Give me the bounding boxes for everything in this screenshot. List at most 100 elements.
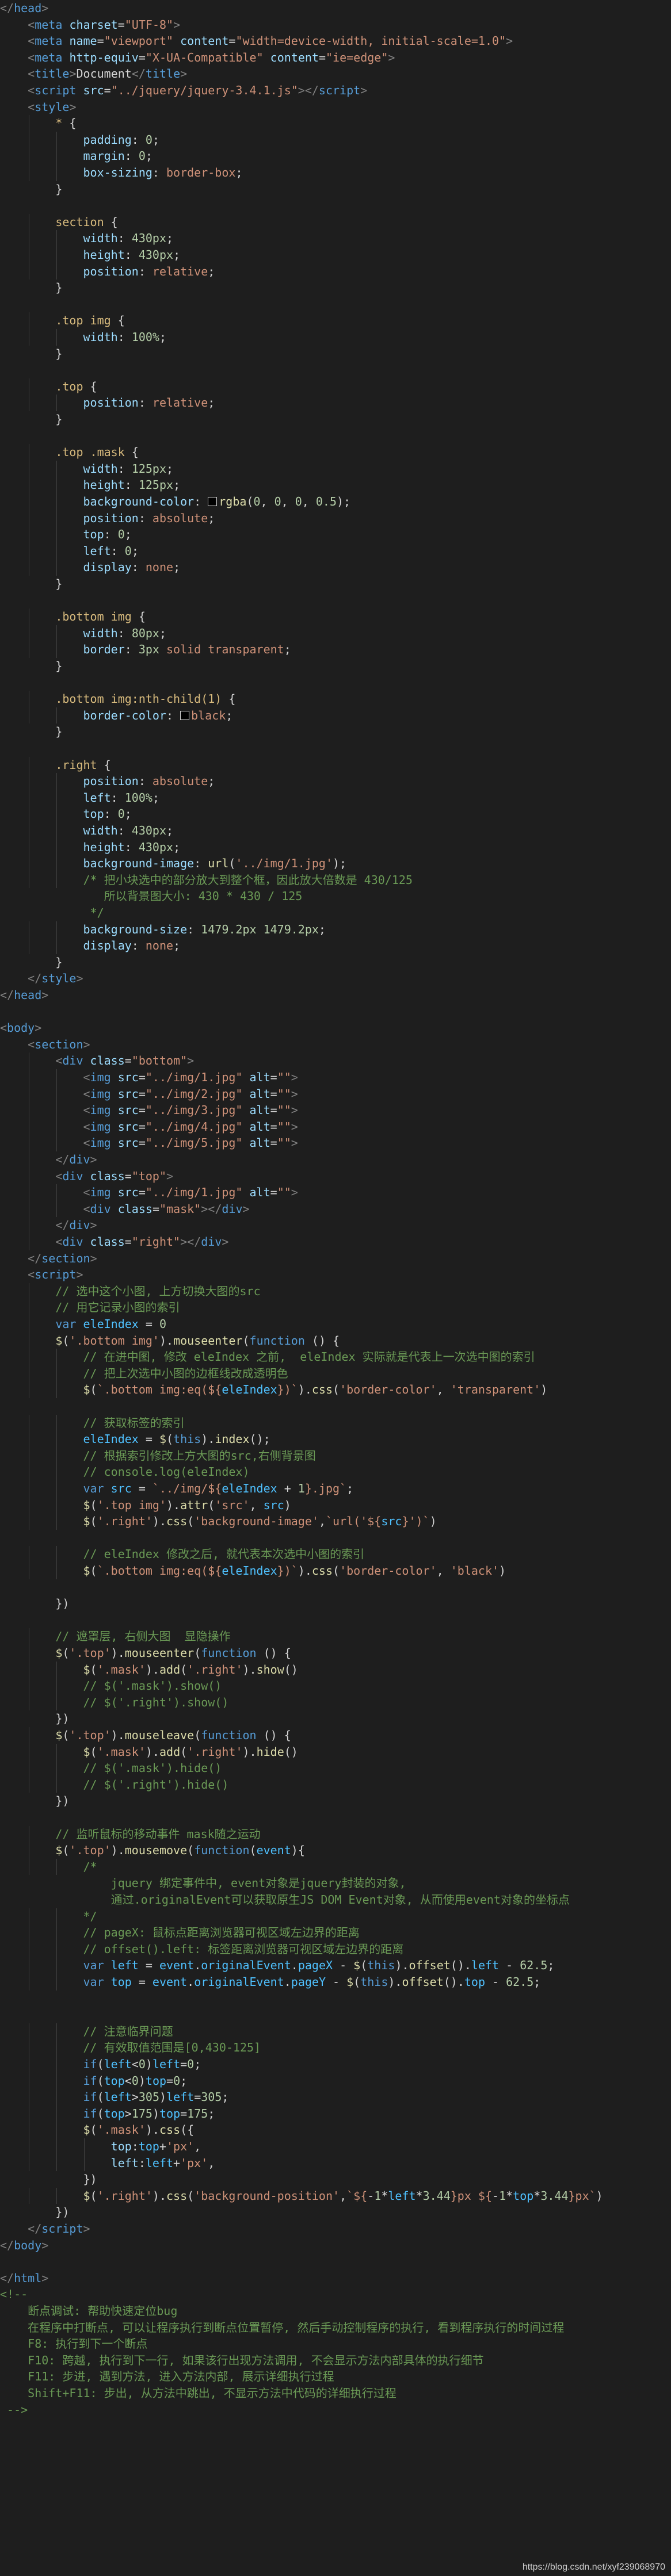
code-token: < xyxy=(28,99,35,114)
code-line: var src = `../img/${eleIndex + 1}.jpg`; xyxy=(0,1480,354,1497)
code-token: display xyxy=(83,560,132,575)
code-token: left xyxy=(110,1958,139,1973)
code-token: "UTF-8" xyxy=(124,17,174,32)
indent-guide xyxy=(56,937,58,954)
code-line: </body> xyxy=(0,2237,48,2254)
code-token: = xyxy=(138,1185,146,1200)
color-swatch[interactable] xyxy=(180,710,190,720)
code-token: ) xyxy=(152,2106,159,2120)
code-token: > xyxy=(131,2090,139,2104)
code-token: 0 xyxy=(187,2057,195,2071)
code-token: "mask" xyxy=(159,1201,201,1216)
code-token: // 遮罩层, 右侧大图 显隐操作 xyxy=(55,1629,231,1644)
indent-guide xyxy=(56,1184,58,1201)
code-token: `../img/${ xyxy=(152,1482,222,1495)
indent-guide xyxy=(56,148,58,164)
indent-guide xyxy=(56,1743,58,1760)
code-token: border xyxy=(83,642,125,657)
code-line: }) xyxy=(0,2204,69,2221)
indent-guide xyxy=(56,625,58,642)
code-token: div xyxy=(62,1054,83,1068)
code-token: 430px xyxy=(138,840,174,854)
code-line: left:left+'px', xyxy=(0,2155,215,2172)
code-token: 'background-image' xyxy=(194,1514,319,1529)
code-token: < xyxy=(83,1103,90,1117)
code-line: // 监听鼠标的移动事件 mask随之运动 xyxy=(0,1826,260,1843)
code-token: */ xyxy=(0,906,104,920)
code-token: : xyxy=(131,939,146,953)
code-token: $ xyxy=(83,1662,90,1676)
code-token: "../img/1.jpg" xyxy=(145,1185,243,1200)
code-token: = xyxy=(138,1958,159,1973)
code-token: . xyxy=(291,1958,298,1973)
code-token: alt xyxy=(249,1136,270,1150)
code-token: ( xyxy=(180,1744,188,1759)
code-token: "" xyxy=(277,1119,291,1134)
code-token: "" xyxy=(277,1136,291,1150)
code-token: script xyxy=(35,1268,77,1282)
code-token: '.top' xyxy=(69,1728,111,1742)
code-token: ) xyxy=(284,1498,291,1512)
code-token: = xyxy=(270,1086,277,1101)
code-token: class xyxy=(117,1201,152,1216)
code-token: : xyxy=(117,330,132,344)
code-token: </ xyxy=(0,1,14,15)
code-token: `${ xyxy=(346,2188,368,2203)
indent-guide xyxy=(56,1513,58,1530)
code-line: <img src="../img/1.jpg" alt=""> xyxy=(0,1069,298,1086)
code-token: // console.log(eleIndex) xyxy=(83,1465,250,1479)
code-line: $('.top img').attr('src', src) xyxy=(0,1497,291,1514)
code-token: ; xyxy=(173,478,181,492)
code-token: "viewport" xyxy=(104,34,174,48)
code-token: 175 xyxy=(187,2106,208,2120)
code-token: src xyxy=(117,1103,139,1117)
code-line: } xyxy=(0,280,62,296)
code-token: var xyxy=(83,1975,104,1989)
code-token: position xyxy=(83,511,139,525)
code-token: top xyxy=(83,527,104,542)
indent-guide xyxy=(56,839,58,856)
code-token: "" xyxy=(277,1185,291,1200)
code-token: mouseenter xyxy=(124,1646,195,1660)
code-token: }) xyxy=(0,2172,97,2187)
code-token: < xyxy=(83,1070,90,1084)
code-token: > xyxy=(83,1037,90,1051)
code-line: F11: 步进, 遇到方法, 进入方法内部, 展示详细执行过程 xyxy=(0,2368,334,2385)
code-token: > xyxy=(291,1136,298,1150)
code-token: ( xyxy=(90,1744,97,1759)
code-line: <div class="mask"></div> xyxy=(0,1201,250,1218)
code-token: position xyxy=(83,396,139,410)
code-token: : xyxy=(152,166,167,179)
code-token: { xyxy=(62,116,77,131)
code-line: 通过.originalEvent可以获取原生JS DOM Event对象, 从而… xyxy=(0,1892,570,1908)
indent-guide xyxy=(56,559,58,576)
code-line: jquery 绑定事件中, event对象是jquery封装的对象, xyxy=(0,1875,406,1892)
code-editor[interactable]: </head> <meta charset="UTF-8"> <meta nam… xyxy=(0,0,671,2576)
code-token: : xyxy=(131,2139,139,2153)
code-token: section xyxy=(35,1037,83,1051)
color-swatch[interactable] xyxy=(208,497,218,506)
code-token: 'background-position' xyxy=(194,2188,340,2203)
code-token: "../img/4.jpg" xyxy=(145,1119,243,1134)
code-token: }px ${ xyxy=(450,2188,493,2203)
code-token: = xyxy=(138,1070,146,1084)
code-token: F11: 步进, 遇到方法, 进入方法内部, 展示详细执行过程 xyxy=(0,2370,334,2384)
code-line: </script> xyxy=(0,2221,90,2237)
code-line: width: 430px; xyxy=(0,822,174,839)
code-token: ( xyxy=(208,1498,215,1512)
